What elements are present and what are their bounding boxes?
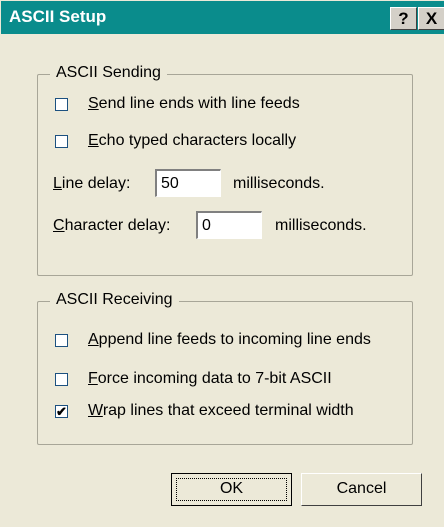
echo-typed-checkbox[interactable] xyxy=(55,135,68,148)
ascii-sending-legend: ASCII Sending xyxy=(50,64,167,82)
ascii-receiving-legend: ASCII Receiving xyxy=(50,291,179,309)
window-title: ASCII Setup xyxy=(9,7,107,26)
line-delay-input[interactable] xyxy=(155,169,221,197)
character-delay-input[interactable] xyxy=(196,211,262,239)
line-delay-unit: milliseconds. xyxy=(233,175,325,192)
force-7bit-checkbox[interactable] xyxy=(55,373,68,386)
line-delay-label: Line delay: xyxy=(53,175,131,192)
wrap-lines-label: Wrap lines that exceed terminal width xyxy=(88,402,354,419)
force-7bit-label: Force incoming data to 7-bit ASCII xyxy=(88,370,332,387)
cancel-button[interactable]: Cancel xyxy=(301,473,422,506)
append-line-feeds-label: Append line feeds to incoming line ends xyxy=(88,331,371,348)
close-button[interactable]: X xyxy=(418,7,444,30)
append-line-feeds-checkbox[interactable] xyxy=(55,334,68,347)
character-delay-unit: milliseconds. xyxy=(275,217,367,234)
ascii-setup-dialog: ASCII Setup ? X ASCII Sending Send line … xyxy=(0,0,444,527)
help-button[interactable]: ? xyxy=(390,7,417,30)
echo-typed-label: Echo typed characters locally xyxy=(88,132,297,149)
send-line-ends-checkbox[interactable] xyxy=(55,98,68,111)
title-bar[interactable]: ASCII Setup ? X xyxy=(1,1,444,34)
wrap-lines-checkbox[interactable]: ✔ xyxy=(55,405,68,418)
character-delay-label: Character delay: xyxy=(53,217,171,234)
send-line-ends-label: Send line ends with line feeds xyxy=(88,95,300,112)
ok-button[interactable]: OK xyxy=(171,473,292,506)
